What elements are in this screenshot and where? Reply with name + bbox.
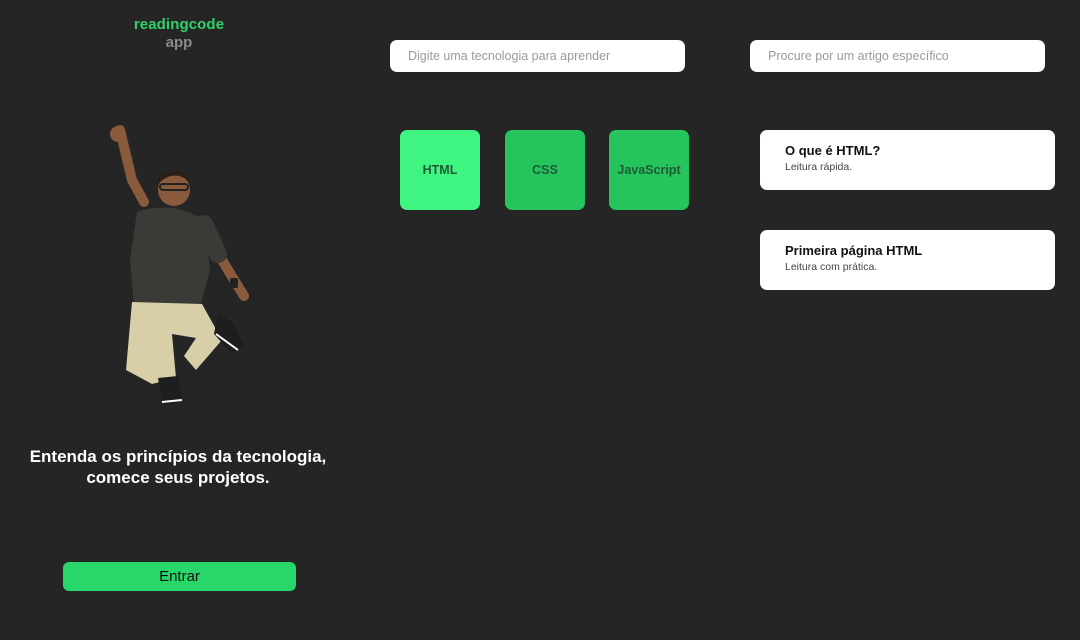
tech-tile-css[interactable]: CSS	[505, 130, 585, 210]
article-subtitle: Leitura com prática.	[785, 261, 878, 273]
article-title: O que é HTML?	[785, 143, 881, 158]
tagline-line-2: comece seus projetos.	[86, 468, 270, 487]
tagline-line-1: Entenda os princípios da tecnologia,	[29, 447, 327, 466]
logo: readingcode app	[133, 16, 225, 52]
logo-text-primary: readingcode	[133, 16, 225, 33]
article-card-what-is-html[interactable]: O que é HTML? Leitura rápida.	[760, 130, 1055, 190]
app-page: readingcode app Entenda os princípios da…	[0, 0, 1080, 640]
article-card-first-html-page[interactable]: Primeira página HTML Leitura com prática…	[760, 230, 1055, 290]
article-title: Primeira página HTML	[785, 243, 923, 258]
jumping-person-illustration	[110, 125, 249, 406]
logo-text-secondary: app	[165, 34, 193, 51]
article-search-input[interactable]	[750, 40, 1045, 72]
technology-search-input[interactable]	[390, 40, 685, 72]
enter-button[interactable]: Entrar	[63, 562, 296, 591]
tech-tile-html[interactable]: HTML	[400, 130, 480, 210]
tech-tile-javascript[interactable]: JavaScript	[609, 130, 689, 210]
article-subtitle: Leitura rápida.	[785, 161, 853, 173]
hero-tagline: Entenda os princípios da tecnologia, com…	[18, 446, 338, 488]
